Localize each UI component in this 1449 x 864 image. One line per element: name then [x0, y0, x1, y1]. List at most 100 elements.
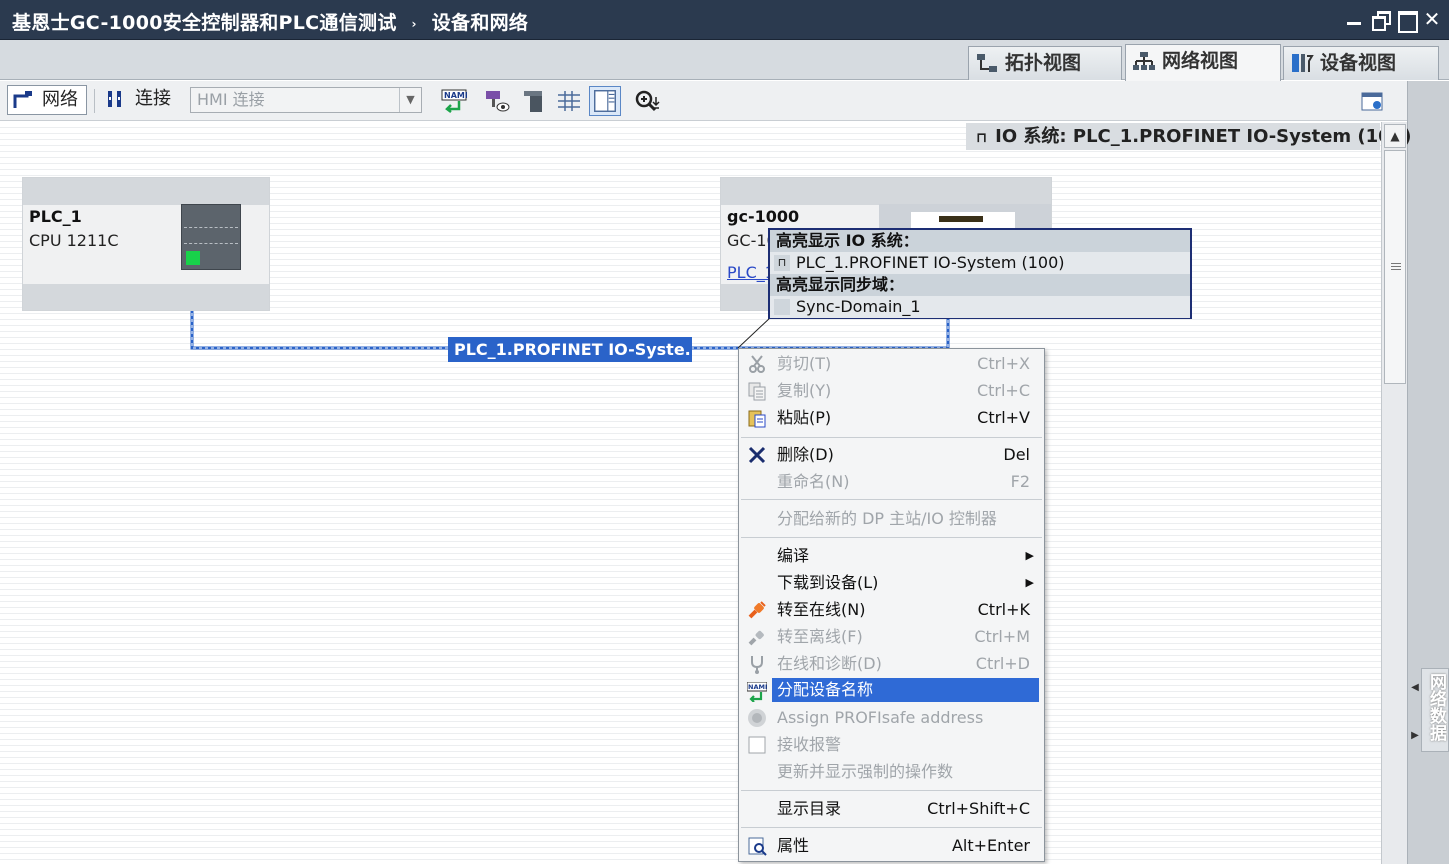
device-plc-1[interactable]: PLC_1 CPU 1211C: [22, 177, 270, 311]
profinet-io-system-label[interactable]: PLC_1.PROFINET IO-Syste...: [448, 337, 703, 362]
tia-portal-window: 基恩士GC-1000安全控制器和PLC通信测试 › 设备和网络 ✕ 拓扑视图 网…: [0, 0, 1449, 864]
connect-mode-label: 连接: [135, 88, 171, 109]
grid-table-icon[interactable]: [556, 89, 582, 113]
tab-network-label: 网络视图: [1162, 50, 1239, 72]
menu-label: 转至离线(F): [777, 627, 863, 646]
menu-item-cut[interactable]: 剪切(T) Ctrl+X: [739, 350, 1044, 377]
expand-right-icon[interactable]: ▶: [1410, 730, 1420, 742]
svg-text:NAME: NAME: [748, 683, 767, 691]
network-mode-icon: [13, 91, 32, 108]
checkbox-icon: [748, 736, 766, 754]
minimize-icon[interactable]: [1345, 10, 1363, 28]
menu-shortcut: F2: [1010, 472, 1030, 491]
menu-item-paste[interactable]: 粘贴(P) Ctrl+V: [739, 404, 1044, 431]
menu-item-receive-alarms[interactable]: 接收报警: [739, 731, 1044, 758]
go-offline-icon: [748, 630, 764, 646]
assign-name-icon: NAME: [747, 682, 767, 702]
properties-panel-icon[interactable]: [1360, 90, 1386, 114]
grip-icon: [1391, 263, 1401, 270]
menu-item-assign-master[interactable]: 分配给新的 DP 主站/IO 控制器: [739, 505, 1044, 532]
hmi-connection-select[interactable]: HMI 连接 ▼: [190, 87, 422, 113]
paste-icon: [748, 410, 766, 428]
menu-label: 转至在线(N): [777, 600, 866, 619]
cpu-status-led: [186, 251, 200, 265]
menu-item-download[interactable]: 下载到设备(L) ▶: [739, 569, 1044, 596]
collapse-left-icon[interactable]: ◀: [1410, 682, 1420, 694]
menu-separator: [741, 790, 1042, 791]
network-icon: [1133, 52, 1155, 70]
menu-item-update-forced-operands[interactable]: 更新并显示强制的操作数: [739, 758, 1044, 785]
menu-label: 剪切(T): [777, 354, 832, 373]
restore-icon[interactable]: [1371, 10, 1391, 31]
menu-label: 编译: [777, 546, 810, 565]
device-icon: [1292, 54, 1314, 72]
diagnostics-icon: [751, 656, 763, 674]
network-mode-button[interactable]: 网络: [7, 85, 87, 115]
menu-item-compile[interactable]: 编译 ▶: [739, 542, 1044, 569]
menu-label: 重命名(N): [777, 472, 850, 491]
delete-icon: [748, 446, 766, 464]
connect-mode-icon: [108, 91, 121, 107]
io-system-icon: ⊓: [774, 255, 790, 271]
menu-item-go-online[interactable]: 转至在线(N) Ctrl+K: [739, 596, 1044, 623]
menu-label: 分配给新的 DP 主站/IO 控制器: [777, 509, 997, 528]
go-online-icon: [748, 601, 766, 619]
show-addresses-icon[interactable]: [484, 89, 510, 113]
io-system-highlight-item[interactable]: ⊓ PLC_1.PROFINET IO-System (100): [770, 252, 1190, 274]
menu-shortcut: Alt+Enter: [951, 836, 1030, 855]
scrollbar-thumb[interactable]: [1384, 150, 1406, 384]
device-type: CPU 1211C: [29, 231, 119, 250]
maximize-icon[interactable]: [1397, 10, 1418, 33]
zoom-icon[interactable]: [634, 89, 660, 113]
menu-item-assign-profisafe[interactable]: Assign PROFIsafe address: [739, 704, 1044, 731]
device-header: [23, 178, 269, 205]
menu-shortcut: Ctrl+X: [977, 354, 1030, 373]
menu-label: 显示目录: [777, 799, 842, 818]
pin-icon[interactable]: ⊓: [976, 130, 987, 146]
cpu-module-icon: [181, 204, 241, 270]
menu-label: 分配设备名称: [777, 680, 874, 699]
device-footer: [23, 284, 269, 310]
device-name: PLC_1: [29, 207, 82, 226]
toolbar-divider: [94, 89, 95, 113]
menu-shortcut: Ctrl+K: [977, 600, 1030, 619]
module-icon[interactable]: [520, 89, 546, 113]
menu-item-properties[interactable]: 属性 Alt+Enter: [739, 832, 1044, 859]
menu-item-go-offline[interactable]: 转至离线(F) Ctrl+M: [739, 623, 1044, 650]
scroll-up-icon[interactable]: ▲: [1384, 124, 1406, 148]
menu-separator: [741, 537, 1042, 538]
menu-item-show-catalog[interactable]: 显示目录 Ctrl+Shift+C: [739, 795, 1044, 822]
submenu-arrow-icon: ▶: [1025, 576, 1034, 589]
network-data-panel-tab[interactable]: 网络数据: [1421, 668, 1449, 752]
sync-domain-highlight-header: 高亮显示同步域：: [770, 274, 1190, 296]
highlight-tooltip: 高亮显示 IO 系统： ⊓ PLC_1.PROFINET IO-System (…: [768, 228, 1192, 319]
menu-item-assign-device-name[interactable]: NAME 分配设备名称: [739, 678, 1044, 705]
sync-domain-highlight-label: Sync-Domain_1: [796, 297, 921, 316]
module-divider: [184, 227, 238, 228]
menu-item-rename[interactable]: 重命名(N) F2: [739, 468, 1044, 495]
tab-device-view[interactable]: 设备视图: [1283, 46, 1439, 80]
menu-item-copy[interactable]: 复制(Y) Ctrl+C: [739, 377, 1044, 404]
tab-network-view[interactable]: 网络视图: [1125, 44, 1281, 81]
menu-label: 下载到设备(L): [777, 573, 879, 592]
panel-view-icon[interactable]: [589, 86, 621, 116]
menu-shortcut: Ctrl+M: [974, 627, 1030, 646]
io-system-label: IO 系统: PLC_1.PROFINET IO-System (100): [995, 126, 1412, 147]
menu-label: 删除(D): [777, 445, 834, 464]
menu-separator: [741, 499, 1042, 500]
profisafe-icon: [748, 709, 766, 727]
close-icon[interactable]: ✕: [1423, 9, 1441, 29]
io-system-highlight-header: 高亮显示 IO 系统：: [770, 230, 1190, 252]
menu-item-delete[interactable]: 删除(D) Del: [739, 441, 1044, 468]
assign-device-name-tool-icon[interactable]: NAME: [441, 89, 467, 113]
network-toolbar: 网络 连接 HMI 连接 ▼ NAME: [0, 81, 1407, 121]
project-title: 基恩士GC-1000安全控制器和PLC通信测试: [12, 12, 397, 34]
canvas-vertical-scrollbar[interactable]: ▲: [1381, 122, 1407, 864]
sync-domain-highlight-item[interactable]: Sync-Domain_1: [770, 296, 1190, 318]
device-name: gc-1000: [727, 207, 800, 226]
tab-topology-view[interactable]: 拓扑视图: [968, 46, 1122, 80]
chevron-down-icon[interactable]: ▼: [399, 88, 421, 112]
view-tabs-bar: 拓扑视图 网络视图 设备视图: [0, 40, 1449, 81]
connect-mode-button[interactable]: 连接: [101, 85, 181, 115]
menu-item-online-diagnostics[interactable]: 在线和诊断(D) Ctrl+D: [739, 650, 1044, 677]
